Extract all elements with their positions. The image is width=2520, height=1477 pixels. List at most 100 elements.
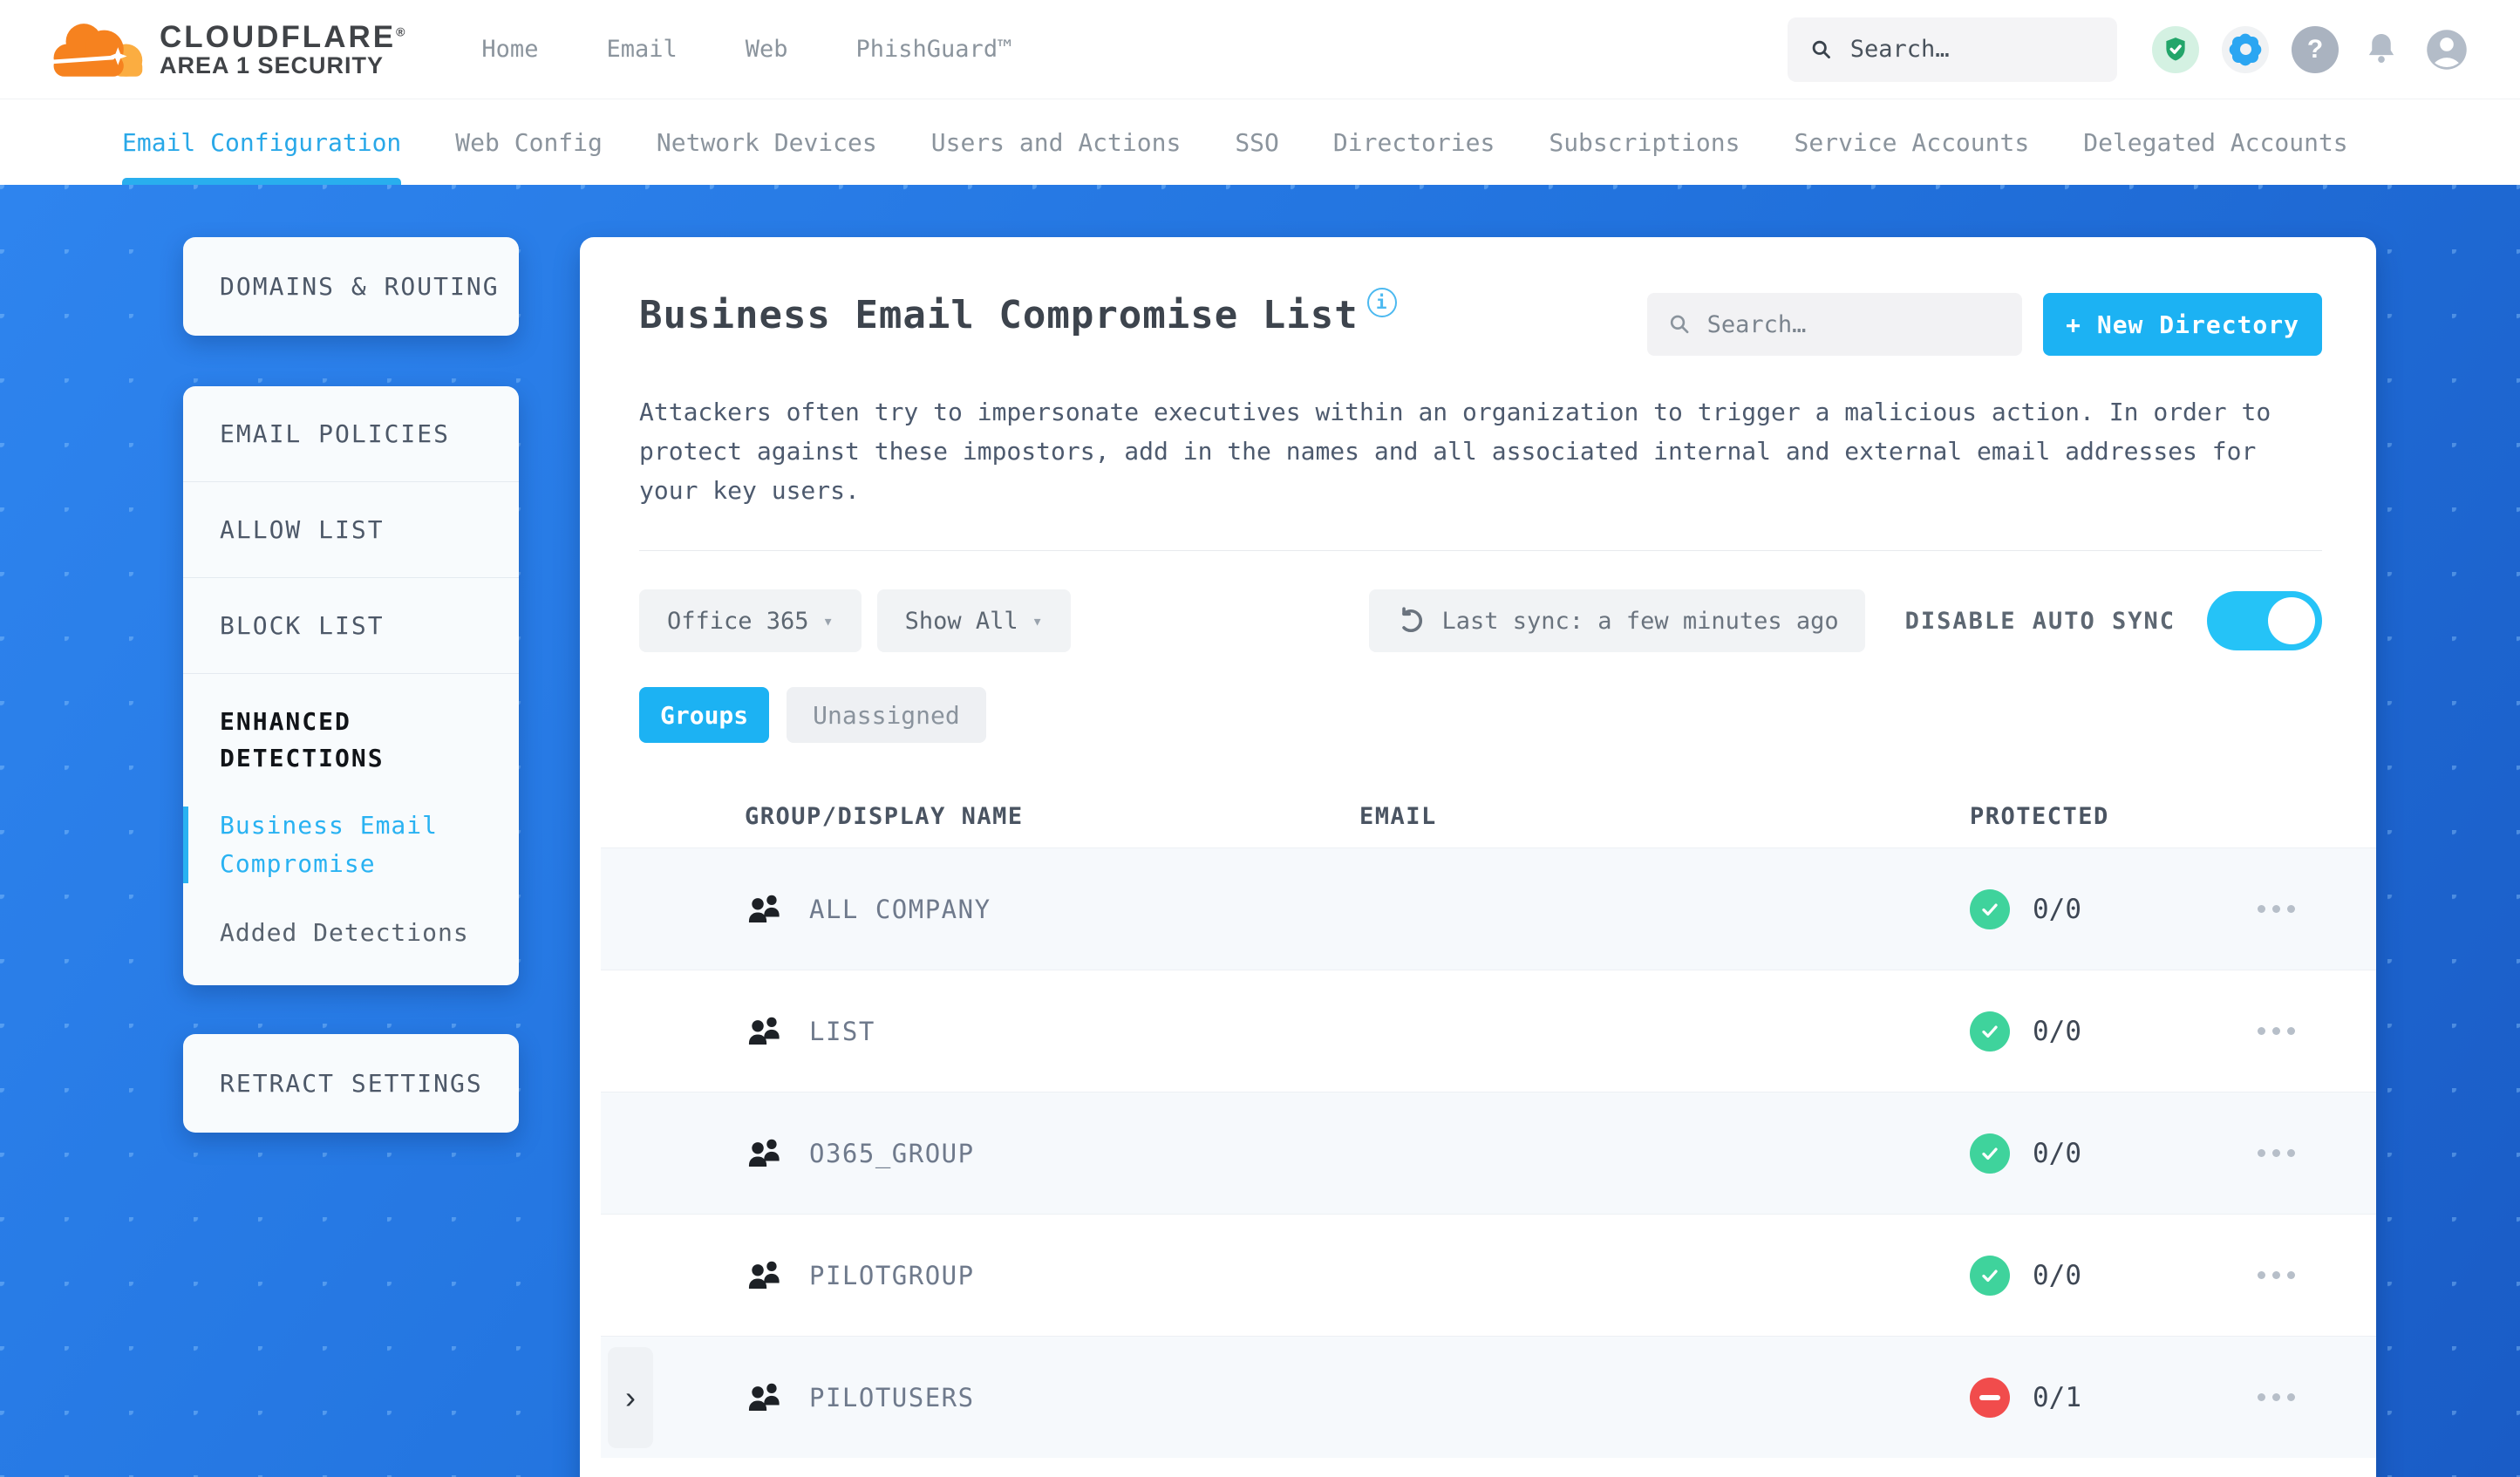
page-title: Business Email Compromise List i: [639, 288, 1397, 337]
notifications-bell-icon[interactable]: [2361, 30, 2401, 70]
table-row: O365_GROUP 0/0: [601, 1092, 2376, 1214]
row-actions-menu[interactable]: [2258, 1027, 2376, 1035]
tab-web-config[interactable]: Web Config: [455, 99, 603, 185]
tab-network-devices[interactable]: Network Devices: [657, 99, 877, 185]
group-name: LIST: [809, 1016, 875, 1046]
group-name: ALL COMPANY: [809, 894, 991, 924]
tab-unassigned[interactable]: Unassigned: [787, 687, 986, 743]
directory-search-input[interactable]: [1706, 310, 2002, 338]
global-search-input[interactable]: [1849, 36, 2094, 63]
table-row: › PILOTUSERS 0/1: [601, 1336, 2376, 1458]
info-icon[interactable]: i: [1366, 288, 1397, 317]
group-icon: [748, 1139, 780, 1167]
sidebar-item-retract-settings[interactable]: RETRACT SETTINGS: [183, 1034, 519, 1133]
ellipsis-icon: [2258, 1149, 2265, 1157]
content-stage: DOMAINS & ROUTING EMAIL POLICIES ALLOW L…: [0, 185, 2520, 1477]
tab-sso[interactable]: SSO: [1235, 99, 1279, 185]
directory-search[interactable]: [1647, 293, 2023, 356]
bec-description: Attackers often try to impersonate execu…: [639, 398, 2271, 505]
sync-history-icon: [1401, 607, 1422, 633]
row-actions-menu[interactable]: [2258, 1149, 2376, 1157]
tab-directories[interactable]: Directories: [1333, 99, 1495, 185]
expand-row-button[interactable]: ›: [608, 1346, 653, 1448]
protected-check-icon: [1970, 1011, 2010, 1052]
section-divider: [639, 550, 2322, 551]
tab-service-accounts[interactable]: Service Accounts: [1795, 99, 2030, 185]
header-icon-cluster: ?: [2152, 25, 2469, 73]
protected-check-icon: [1970, 1133, 2010, 1174]
col-email: EMAIL: [1359, 802, 1437, 830]
group-icon: [748, 1383, 780, 1411]
cloudflare-cloud-icon: [49, 23, 143, 77]
disable-auto-sync-label: DISABLE AUTO SYNC: [1904, 607, 2176, 635]
topnav-web[interactable]: Web: [746, 36, 788, 63]
protected-count: 0/1: [2033, 1381, 2081, 1413]
table-row: ALL COMPANY 0/0: [601, 847, 2376, 970]
global-search[interactable]: [1788, 17, 2117, 82]
brand-subtitle: AREA 1 SECURITY: [160, 51, 385, 78]
topnav-home[interactable]: Home: [481, 36, 538, 63]
cloudflare-logo[interactable]: CLOUDFLARE® AREA 1 SECURITY: [48, 19, 405, 80]
account-avatar-icon[interactable]: [2424, 27, 2469, 72]
tab-subscriptions[interactable]: Subscriptions: [1549, 99, 1740, 185]
row-actions-menu[interactable]: [2258, 1393, 2376, 1401]
protected-count: 0/0: [2033, 1137, 2081, 1169]
new-directory-button[interactable]: + New Directory: [2043, 293, 2322, 356]
sidebar-item-enhanced-detections[interactable]: ENHANCED DETECTIONS: [183, 704, 486, 777]
tab-groups[interactable]: Groups: [639, 687, 770, 743]
top-navigation: Home Email Web PhishGuard™: [481, 36, 1011, 63]
help-icon[interactable]: ?: [2292, 25, 2339, 73]
ellipsis-icon: [2258, 1271, 2265, 1279]
top-bar: CLOUDFLARE® AREA 1 SECURITY Home Email W…: [0, 0, 2520, 99]
not-protected-minus-icon: [1970, 1377, 2010, 1418]
group-icon: [748, 895, 780, 922]
chevron-down-icon: ▾: [822, 610, 834, 631]
ellipsis-icon: [2258, 1027, 2265, 1035]
ellipsis-icon: [2258, 905, 2265, 913]
sidebar-item-added-detections[interactable]: Added Detections: [183, 918, 486, 947]
sidebar-item-allow-list[interactable]: ALLOW LIST: [183, 482, 519, 578]
sidebar-item-email-policies[interactable]: EMAIL POLICIES: [183, 386, 519, 482]
settings-sidebar: DOMAINS & ROUTING EMAIL POLICIES ALLOW L…: [183, 237, 519, 1477]
groups-table: GROUP/DISPLAY NAME EMAIL PROTECTED ALL C…: [601, 785, 2376, 1458]
last-sync-button[interactable]: Last sync: a few minutes ago: [1368, 589, 1865, 652]
table-row: LIST 0/0: [601, 970, 2376, 1092]
protected-check-icon: [1970, 888, 2010, 929]
section-navigation: Email Configuration Web Config Network D…: [0, 99, 2520, 185]
ellipsis-icon: [2258, 1393, 2265, 1401]
trademark-mark: ®: [396, 24, 405, 38]
topnav-phishguard[interactable]: PhishGuard™: [856, 36, 1012, 63]
directory-type-dropdown[interactable]: Office 365 ▾: [639, 589, 862, 652]
brand-name: CLOUDFLARE®: [160, 19, 405, 54]
group-icon: [748, 1261, 780, 1289]
settings-gear-icon[interactable]: [2222, 25, 2269, 73]
sidebar-item-business-email-compromise[interactable]: Business Email Compromise: [183, 807, 486, 883]
group-name: PILOTGROUP: [809, 1260, 975, 1290]
search-icon: [1812, 40, 1830, 58]
protected-count: 0/0: [2033, 1015, 2081, 1047]
group-name: PILOTUSERS: [809, 1382, 975, 1412]
protected-check-icon: [1970, 1255, 2010, 1296]
sidebar-item-block-list[interactable]: BLOCK LIST: [183, 578, 519, 674]
tab-delegated-accounts[interactable]: Delegated Accounts: [2083, 99, 2347, 185]
group-icon: [748, 1017, 780, 1045]
sidebar-policies-card: EMAIL POLICIES ALLOW LIST BLOCK LIST ENH…: [183, 386, 519, 985]
show-filter-dropdown[interactable]: Show All ▾: [876, 589, 1071, 652]
bec-list-panel: Business Email Compromise Listi + New Di…: [580, 237, 2376, 1477]
row-actions-menu[interactable]: [2258, 1271, 2376, 1279]
topnav-email[interactable]: Email: [606, 36, 677, 63]
tab-email-configuration[interactable]: Email Configuration: [122, 99, 402, 185]
tab-users-and-actions[interactable]: Users and Actions: [931, 99, 1182, 185]
col-protected: PROTECTED: [1970, 802, 2109, 830]
row-actions-menu[interactable]: [2258, 905, 2376, 913]
search-icon: [1670, 315, 1689, 334]
protected-count: 0/0: [2033, 893, 2081, 925]
sidebar-item-domains-routing[interactable]: DOMAINS & ROUTING: [183, 237, 519, 336]
sidebar-enhanced-detections-section: ENHANCED DETECTIONS Business Email Compr…: [183, 674, 519, 985]
table-row: PILOTGROUP 0/0: [601, 1214, 2376, 1336]
group-name: O365_GROUP: [809, 1138, 975, 1168]
table-header: GROUP/DISPLAY NAME EMAIL PROTECTED: [601, 785, 2376, 847]
verified-shield-icon[interactable]: [2152, 25, 2199, 73]
auto-sync-toggle[interactable]: [2207, 591, 2322, 650]
col-group-display-name: GROUP/DISPLAY NAME: [745, 802, 1024, 830]
